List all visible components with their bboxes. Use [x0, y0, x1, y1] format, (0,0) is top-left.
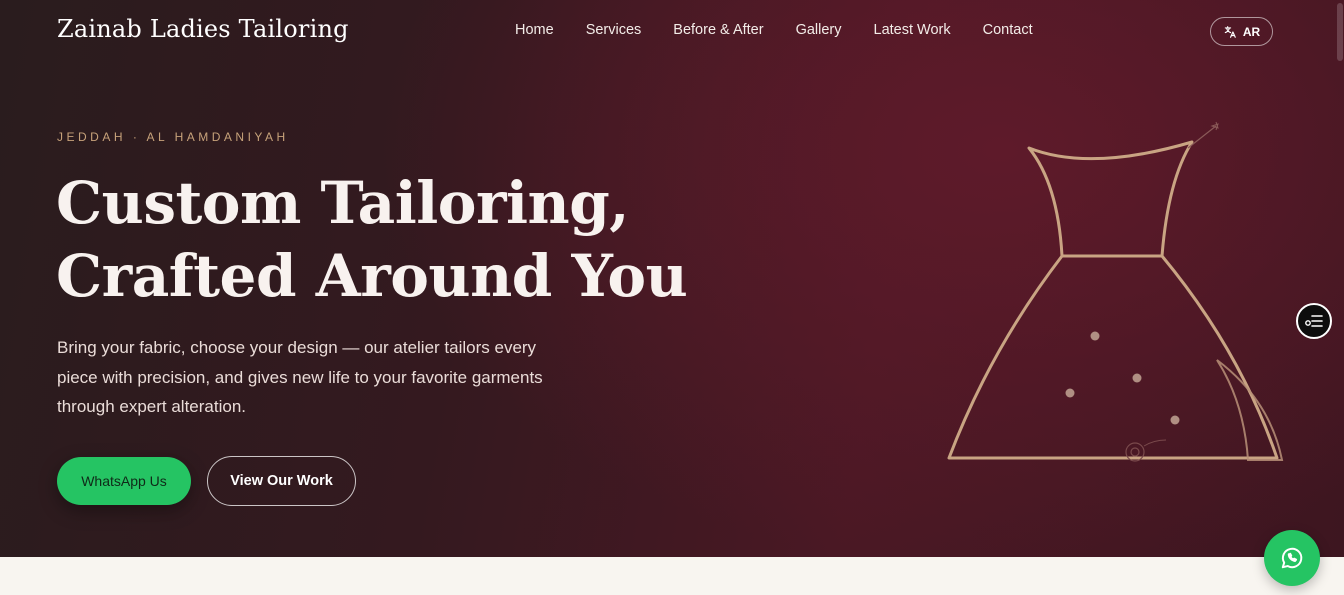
whatsapp-icon	[1281, 547, 1303, 569]
dress-illustration	[947, 121, 1284, 462]
headline-line-1: Custom Tailoring,	[56, 169, 629, 237]
side-panel-toggle-button[interactable]	[1296, 303, 1332, 339]
location-eyebrow: JEDDAH · AL HAMDANIYAH	[57, 130, 289, 144]
whatsapp-floating-button[interactable]	[1264, 530, 1320, 586]
view-our-work-button[interactable]: View Our Work	[207, 456, 356, 506]
page-scrollbar-track[interactable]	[1334, 0, 1344, 557]
nav-gallery[interactable]: Gallery	[796, 22, 842, 38]
brand-logo[interactable]: Zainab Ladies Tailoring	[57, 15, 349, 43]
hero-headline: Custom Tailoring, Crafted Around You	[56, 167, 688, 313]
next-section-strip	[0, 557, 1344, 595]
language-toggle-button[interactable]: AR	[1210, 17, 1273, 46]
whatsapp-us-button[interactable]: WhatsApp Us	[57, 457, 191, 505]
headline-line-2: Crafted Around You	[56, 242, 688, 310]
nav-latest-work[interactable]: Latest Work	[874, 22, 951, 38]
hero-subtext: Bring your fabric, choose your design — …	[57, 338, 543, 416]
nav-contact[interactable]: Contact	[983, 22, 1033, 38]
panel-list-icon	[1305, 315, 1323, 327]
nav-before-after[interactable]: Before & After	[673, 22, 763, 38]
hero-section: Zainab Ladies Tailoring Home Services Be…	[0, 0, 1344, 557]
translate-icon	[1224, 25, 1236, 38]
language-toggle-label: AR	[1242, 24, 1261, 39]
nav-services[interactable]: Services	[586, 22, 642, 38]
page-scrollbar-thumb[interactable]	[1337, 3, 1343, 61]
nav-home[interactable]: Home	[515, 22, 554, 38]
main-nav: Home Services Before & After Gallery Lat…	[515, 22, 1065, 38]
